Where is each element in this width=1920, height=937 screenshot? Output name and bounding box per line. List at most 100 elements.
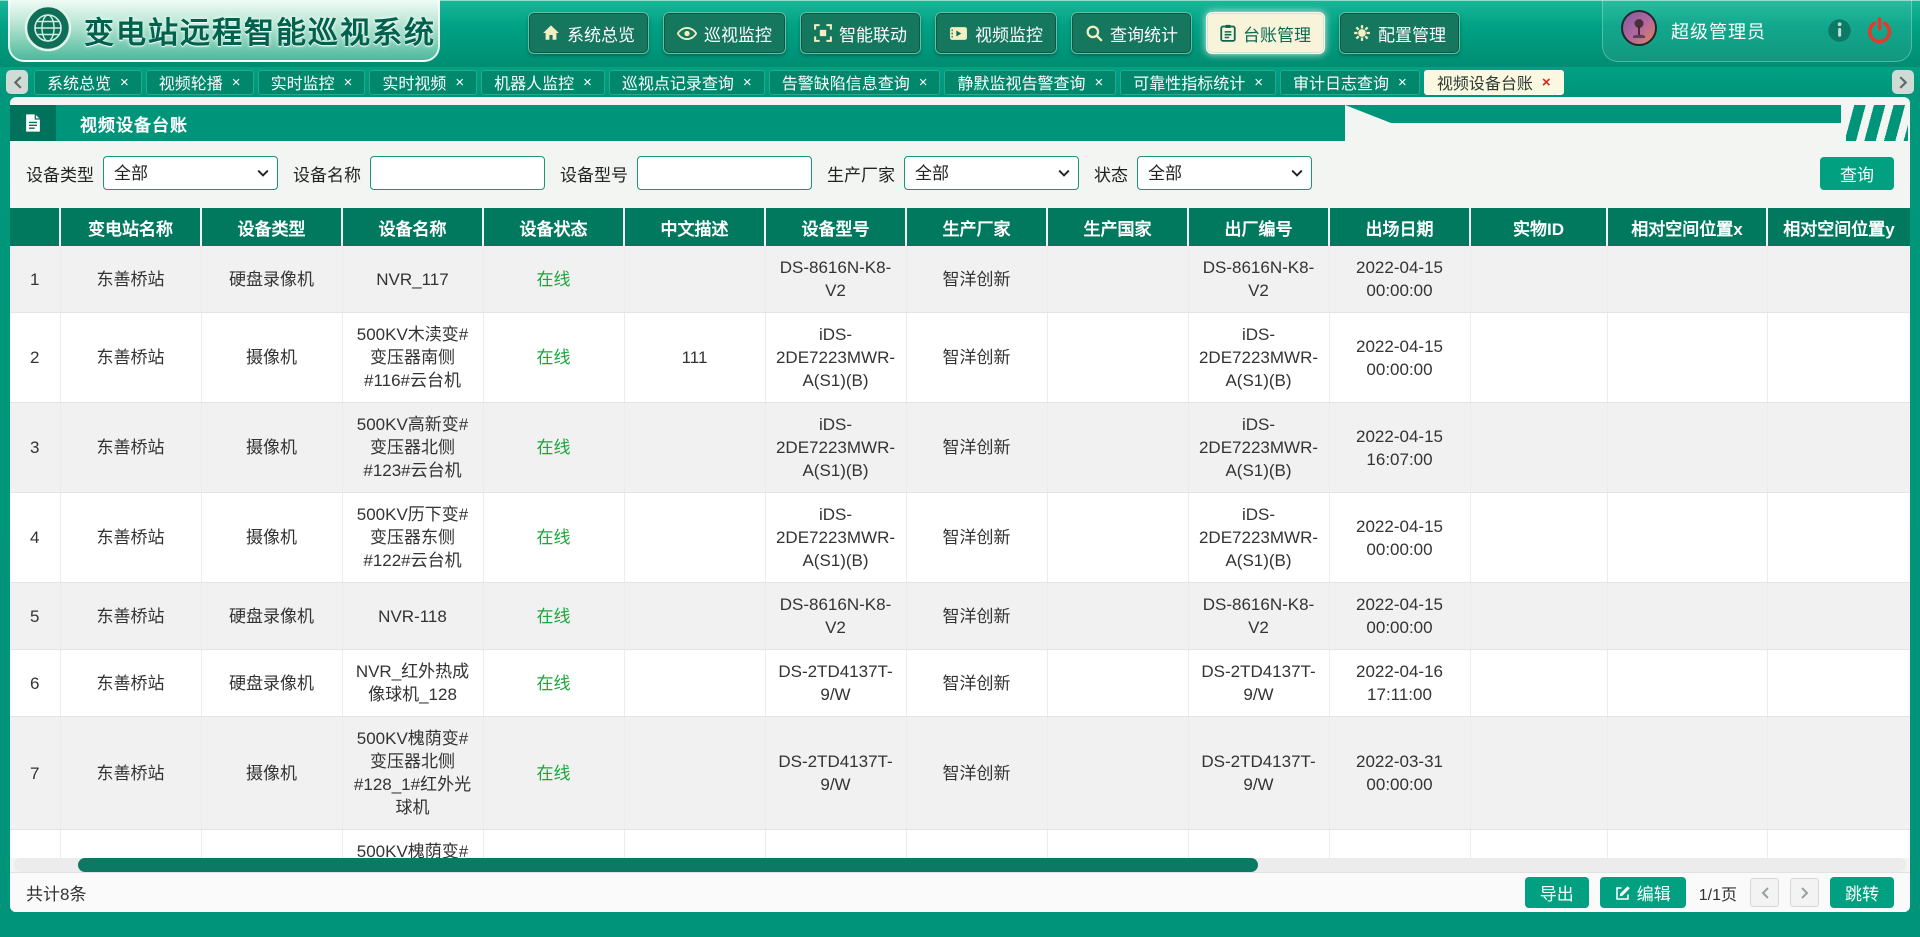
table-container: 变电站名称设备类型设备名称设备状态中文描述设备型号生产厂家生产国家出厂编号出场日… [10, 208, 1910, 858]
close-icon[interactable]: × [232, 75, 241, 90]
table-cell [1767, 650, 1910, 717]
table-cell [906, 830, 1047, 859]
table-cell: DS-8616N-K8-V2 [1188, 583, 1329, 650]
nav-button-5[interactable]: 查询统计 [1071, 12, 1192, 54]
filter-group-2: 设备名称 [293, 156, 545, 190]
page-title: 视频设备台账 [56, 111, 188, 136]
close-icon[interactable]: × [583, 75, 592, 90]
tab-5[interactable]: 机器人监控× [481, 70, 605, 95]
column-header[interactable]: 实物ID [1470, 208, 1607, 246]
power-icon[interactable] [1866, 17, 1893, 44]
column-header[interactable]: 相对空间位置x [1607, 208, 1767, 246]
close-icon[interactable]: × [455, 75, 464, 90]
page-indicator: 1/1页 [1699, 881, 1737, 905]
nav-button-2[interactable]: 巡视监控 [663, 12, 786, 54]
tab-scroll-left-button[interactable] [6, 70, 28, 94]
nav-button-6[interactable]: 台账管理 [1206, 12, 1325, 54]
tab-label: 可靠性指标统计 [1133, 70, 1245, 94]
total-count: 共计8条 [26, 880, 86, 905]
column-header[interactable]: 设备名称 [342, 208, 483, 246]
close-icon[interactable]: × [743, 75, 752, 90]
tab-4[interactable]: 实时视频× [369, 70, 477, 95]
table-cell [1047, 717, 1188, 830]
table-cell: 在线 [483, 493, 624, 583]
column-header[interactable]: 变电站名称 [60, 208, 201, 246]
tab-11[interactable]: 视频设备台账 × [1424, 70, 1564, 95]
table-cell: 2022-04-15 00:00:00 [1329, 313, 1470, 403]
table-row[interactable]: 4东善桥站摄像机500KV历下变#变压器东侧#122#云台机在线iDS-2DE7… [10, 493, 1910, 583]
close-icon[interactable]: × [919, 75, 928, 90]
table-row[interactable]: 6东善桥站硬盘录像机NVR_红外热成像球机_128在线DS-2TD4137T-9… [10, 650, 1910, 717]
tab-6[interactable]: 巡视点记录查询× [609, 70, 765, 95]
table-cell: 2 [10, 313, 60, 403]
tab-9[interactable]: 可靠性指标统计 × [1120, 70, 1276, 95]
column-header[interactable]: 设备类型 [201, 208, 342, 246]
table-cell: 智洋创新 [906, 493, 1047, 583]
filter-input-2[interactable] [370, 156, 545, 190]
nav-button-3[interactable]: 智能联动 [800, 12, 921, 54]
column-header[interactable]: 设备型号 [765, 208, 906, 246]
column-header[interactable]: 生产国家 [1047, 208, 1188, 246]
info-icon[interactable] [1827, 18, 1852, 43]
column-header[interactable] [10, 208, 60, 246]
table-row[interactable]: 2东善桥站摄像机500KV木渎变#变压器南侧#116#云台机在线111iDS-2… [10, 313, 1910, 403]
nav-button-1[interactable]: 系统总览 [528, 12, 649, 54]
filter-select-4[interactable]: 全部 [904, 156, 1079, 190]
table-cell: 硬盘录像机 [201, 246, 342, 313]
tab-10[interactable]: 审计日志查询× [1280, 70, 1420, 95]
table-cell: 硬盘录像机 [201, 583, 342, 650]
table-cell [1047, 313, 1188, 403]
column-header[interactable]: 出厂编号 [1188, 208, 1329, 246]
filter-input-3[interactable] [637, 156, 812, 190]
column-header[interactable]: 生产厂家 [906, 208, 1047, 246]
table-cell [1470, 246, 1607, 313]
tab-scroll-right-button[interactable] [1892, 70, 1914, 94]
table-cell [624, 246, 765, 313]
tab-1[interactable]: 系统总览× [34, 70, 142, 95]
table-cell [1607, 493, 1767, 583]
table-row[interactable]: 3东善桥站摄像机500KV高新变#变压器北侧#123#云台机在线iDS-2DE7… [10, 403, 1910, 493]
scrollbar-thumb[interactable] [78, 858, 1258, 872]
column-header[interactable]: 中文描述 [624, 208, 765, 246]
next-page-button[interactable] [1790, 878, 1819, 907]
close-icon[interactable]: × [120, 75, 129, 90]
table-header-row: 变电站名称设备类型设备名称设备状态中文描述设备型号生产厂家生产国家出厂编号出场日… [10, 208, 1910, 246]
table-cell [1607, 717, 1767, 830]
jump-button[interactable]: 跳转 [1830, 877, 1894, 908]
nav-button-4[interactable]: 视频监控 [935, 12, 1057, 54]
tab-2[interactable]: 视频轮播× [146, 70, 254, 95]
close-icon[interactable]: × [344, 75, 353, 90]
export-button[interactable]: 导出 [1525, 877, 1589, 908]
close-icon[interactable]: × [1254, 75, 1263, 90]
tab-3[interactable]: 实时监控× [258, 70, 366, 95]
close-icon[interactable]: × [1398, 75, 1407, 90]
table-row[interactable]: 1东善桥站硬盘录像机NVR_117在线DS-8616N-K8-V2智洋创新DS-… [10, 246, 1910, 313]
filter-label: 设备类型 [26, 161, 94, 186]
edit-button[interactable]: 编辑 [1600, 877, 1686, 908]
tab-label: 视频设备台账 [1437, 70, 1533, 94]
column-header[interactable]: 出场日期 [1329, 208, 1470, 246]
nav-button-7[interactable]: 配置管理 [1339, 12, 1460, 54]
avatar[interactable] [1621, 10, 1657, 51]
column-header[interactable]: 相对空间位置y [1767, 208, 1910, 246]
table-row[interactable]: 500KV槐荫变#变 [10, 830, 1910, 859]
close-icon[interactable]: × [1542, 75, 1551, 90]
close-icon[interactable]: × [1094, 75, 1103, 90]
prev-page-button[interactable] [1750, 878, 1779, 907]
table-cell: 摄像机 [201, 493, 342, 583]
device-table: 变电站名称设备类型设备名称设备状态中文描述设备型号生产厂家生产国家出厂编号出场日… [10, 208, 1910, 858]
filter-select-5[interactable]: 全部 [1137, 156, 1312, 190]
filter-label: 设备型号 [560, 161, 628, 186]
horizontal-scrollbar[interactable] [14, 858, 1906, 872]
filter-label: 设备名称 [293, 161, 361, 186]
table-cell [1767, 403, 1910, 493]
table-row[interactable]: 5东善桥站硬盘录像机NVR-118在线DS-8616N-K8-V2智洋创新DS-… [10, 583, 1910, 650]
table-row[interactable]: 7东善桥站摄像机500KV槐荫变#变压器北侧#128_1#红外光球机在线DS-2… [10, 717, 1910, 830]
tab-8[interactable]: 静默监视告警查询× [944, 70, 1116, 95]
table-cell [1607, 313, 1767, 403]
table-cell [1607, 650, 1767, 717]
filter-select-1[interactable]: 全部 [103, 156, 278, 190]
tab-7[interactable]: 告警缺陷信息查询× [769, 70, 941, 95]
query-button[interactable]: 查询 [1820, 157, 1894, 190]
column-header[interactable]: 设备状态 [483, 208, 624, 246]
